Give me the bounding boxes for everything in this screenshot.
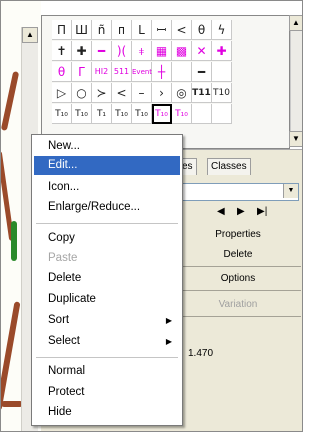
palette-symbol[interactable]: ◎ [172,83,192,103]
palette-symbol[interactable]: 511 [112,62,132,82]
divider [181,290,301,291]
menu-item-icon[interactable]: Icon... [34,178,180,197]
palette-symbol[interactable]: ✚ [72,41,92,61]
palette-symbol[interactable]: )( [112,41,132,61]
palette-symbol[interactable]: θ [52,62,72,82]
context-menu: New... Edit... Icon... Enlarge/Reduce...… [31,134,183,426]
palette-symbol[interactable]: ⧧ [132,41,152,61]
menu-item-hide[interactable]: Hide [34,403,180,422]
menu-item-enlarge-reduce[interactable]: Enlarge/Reduce... [34,198,180,217]
palette-symbol[interactable]: Ш [72,20,92,40]
palette-symbol[interactable]: HI2 [92,62,112,82]
options-button[interactable]: Options [181,270,295,287]
palette-scrollbar[interactable]: ▲ ▼ [289,15,302,147]
palette-symbol[interactable]: T₁₀ [172,104,192,124]
next-icon[interactable]: ▶ [237,206,245,217]
palette-scroll-down-icon[interactable]: ▼ [289,131,302,147]
palette-symbol[interactable]: < [112,83,132,103]
palette-symbol[interactable]: ▷ [52,83,72,103]
palette-symbol[interactable] [212,62,232,82]
scale-value: 1.470 [188,348,214,359]
palette-symbol[interactable]: ✕ [192,41,212,61]
palette-symbol[interactable]: ○ [72,83,92,103]
palette-symbol[interactable]: ┼ [152,62,172,82]
palette-symbol[interactable]: Π [52,20,72,40]
submenu-arrow-icon: ▶ [165,337,172,346]
menu-item-select-row[interactable]: Select ▶ [34,332,180,351]
palette-symbol[interactable] [192,104,212,124]
palette-symbol[interactable]: ━ [92,41,112,61]
menu-item-paste: Paste [48,252,78,264]
palette-symbol[interactable]: T₁₀ [112,104,132,124]
palette-symbol[interactable] [212,104,232,124]
previous-icon[interactable]: ◀ [217,206,225,217]
palette-symbol[interactable]: < [172,20,192,40]
menu-separator [36,223,178,224]
palette-symbol[interactable]: ▩ [172,41,192,61]
palette-symbol-selected[interactable]: T₁₀ [152,104,172,124]
palette-symbol[interactable]: Γ [72,62,92,82]
palette-symbol[interactable]: ✚ [212,41,232,61]
tab-classes[interactable]: Classes [207,158,251,175]
palette-symbol[interactable]: T₁₀ [132,104,152,124]
menu-item-new[interactable]: New... [34,137,180,156]
menu-separator [36,357,178,358]
palette-symbol[interactable]: ϟ [212,20,232,40]
menu-item-duplicate[interactable]: Duplicate [34,290,180,309]
layer-select[interactable]: ▼ [173,183,299,201]
palette-symbol[interactable]: – [132,83,152,103]
menu-item-delete[interactable]: Delete [34,269,180,288]
divider [181,266,301,267]
palette-symbol[interactable]: ñ [92,20,112,40]
submenu-arrow-icon: ▶ [165,316,172,325]
palette-symbol[interactable]: T₁₀ [52,104,72,124]
palette-symbol[interactable]: ꟷ [152,20,172,40]
palette-symbol[interactable]: ᴨ [112,20,132,40]
palette-symbol[interactable]: › [152,83,172,103]
menu-item-copy[interactable]: Copy [34,229,180,248]
palette-symbol[interactable]: T10 [212,83,232,103]
palette-symbol[interactable]: ━ [192,62,212,82]
last-icon[interactable]: ▶| [257,206,267,217]
menu-item-sort[interactable]: Sort [34,311,180,330]
delete-button[interactable]: Delete [181,246,295,263]
menu-item-protect[interactable]: Protect [34,383,180,402]
palette-symbol[interactable] [172,62,192,82]
screenshot-frame: ▲ Π Ш ñ ᴨ L ꟷ < θ ϟ ✝ ✚ ━ )( ⧧ ▦ ▩ ✕ ✚ θ… [0,0,303,432]
variation-button: Variation [218,299,258,310]
palette-symbol[interactable]: L [132,20,152,40]
palette-symbol[interactable]: θ [192,20,212,40]
menu-item-sort-row[interactable]: Sort ▶ [34,311,180,330]
divider [181,316,301,317]
menu-item-select[interactable]: Select [34,332,180,351]
menu-item-edit[interactable]: Edit... [34,156,180,175]
scroll-up-icon[interactable]: ▲ [22,27,38,43]
chevron-down-icon[interactable]: ▼ [283,184,298,198]
symbol-palette[interactable]: Π Ш ñ ᴨ L ꟷ < θ ϟ ✝ ✚ ━ )( ⧧ ▦ ▩ ✕ ✚ θ Γ… [41,15,290,149]
palette-symbol[interactable]: ✝ [52,41,72,61]
palette-symbol[interactable]: T11 [192,83,212,103]
palette-scroll-up-icon[interactable]: ▲ [289,15,302,31]
palette-symbol[interactable]: Event [132,62,152,82]
palette-symbol[interactable]: T₁₀ [72,104,92,124]
palette-symbol[interactable]: ▦ [152,41,172,61]
menu-item-normal[interactable]: Normal [34,362,180,381]
properties-button[interactable]: Properties [181,226,295,243]
palette-symbol[interactable]: ≻ [92,83,112,103]
palette-symbol[interactable]: T₁ [92,104,112,124]
